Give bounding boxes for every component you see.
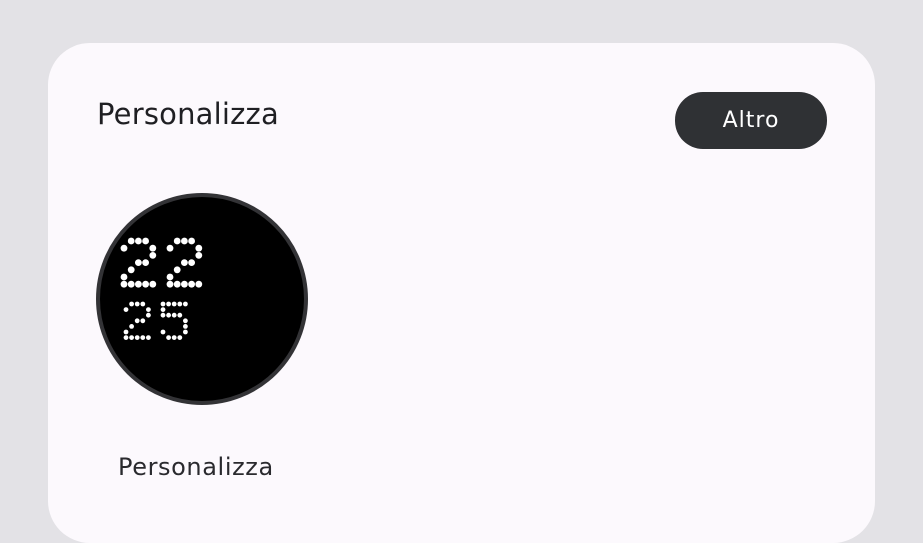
digit-dot bbox=[146, 312, 151, 318]
digit-dot bbox=[166, 301, 171, 307]
digit-dot bbox=[166, 244, 174, 252]
digit-dot bbox=[181, 259, 188, 266]
digit-dot bbox=[120, 244, 128, 252]
digit-dot bbox=[173, 237, 181, 245]
digit-dot bbox=[140, 335, 146, 340]
digit-dot bbox=[188, 280, 195, 288]
digit-dot bbox=[177, 335, 183, 340]
digit-dot bbox=[134, 301, 140, 307]
digit-dot bbox=[120, 273, 128, 281]
digit-dot bbox=[129, 301, 134, 307]
digit-dot bbox=[146, 335, 151, 340]
digit-dot bbox=[160, 329, 166, 335]
section-title: Personalizza bbox=[97, 97, 279, 131]
digit-dot bbox=[183, 318, 188, 324]
digit-dot bbox=[140, 318, 146, 324]
watch-face-preview[interactable] bbox=[96, 193, 308, 405]
digit-dot bbox=[127, 266, 135, 274]
digit-dot bbox=[181, 237, 188, 245]
digit-dot bbox=[173, 266, 181, 274]
digit-dot bbox=[177, 312, 183, 318]
digit-dot bbox=[195, 244, 203, 252]
digit-dot bbox=[142, 237, 149, 245]
digit-dot bbox=[171, 301, 177, 307]
digit-dot bbox=[183, 301, 188, 307]
digit-dot bbox=[123, 335, 129, 340]
digit-dot bbox=[135, 237, 142, 245]
digit-dot bbox=[160, 312, 166, 318]
digit-dot bbox=[134, 318, 140, 324]
digit-dot bbox=[188, 237, 195, 245]
digit-dot bbox=[123, 329, 129, 335]
digit-dot bbox=[129, 335, 134, 340]
digit-dot bbox=[171, 312, 177, 318]
digit-dot bbox=[166, 280, 174, 288]
digit-dot bbox=[160, 301, 166, 307]
digit-dot bbox=[171, 335, 177, 340]
digit-dot bbox=[181, 280, 188, 288]
digit-dot bbox=[135, 280, 142, 288]
digit-dot bbox=[142, 259, 149, 266]
digit-dot bbox=[127, 237, 135, 245]
digit-dot bbox=[120, 280, 128, 288]
digit-dot bbox=[166, 273, 174, 281]
digit-dot bbox=[195, 252, 203, 259]
digit-dot bbox=[188, 259, 195, 266]
digit-dot bbox=[166, 335, 171, 340]
digit-dot bbox=[140, 301, 146, 307]
digit-dot bbox=[160, 307, 166, 312]
digit-dot bbox=[129, 324, 134, 329]
digit-dot bbox=[149, 244, 157, 252]
digit-dot bbox=[149, 252, 157, 259]
customize-card: Personalizza Altro Personalizza bbox=[48, 43, 875, 543]
digit-dot bbox=[173, 280, 181, 288]
digit-dot bbox=[177, 301, 183, 307]
digit-dot bbox=[183, 329, 188, 335]
digit-dot bbox=[142, 280, 149, 288]
watch-face-label: Personalizza bbox=[118, 453, 274, 481]
digit-dot bbox=[146, 307, 151, 312]
digit-dot bbox=[183, 324, 188, 329]
digit-dot bbox=[195, 280, 203, 288]
digit-dot bbox=[149, 280, 157, 288]
digit-dot bbox=[135, 259, 142, 266]
watch-face-icon bbox=[96, 193, 308, 405]
digit-dot bbox=[166, 312, 171, 318]
digit-dot bbox=[127, 280, 135, 288]
digit-dot bbox=[134, 335, 140, 340]
digit-dot bbox=[123, 307, 129, 312]
more-button[interactable]: Altro bbox=[675, 92, 827, 149]
